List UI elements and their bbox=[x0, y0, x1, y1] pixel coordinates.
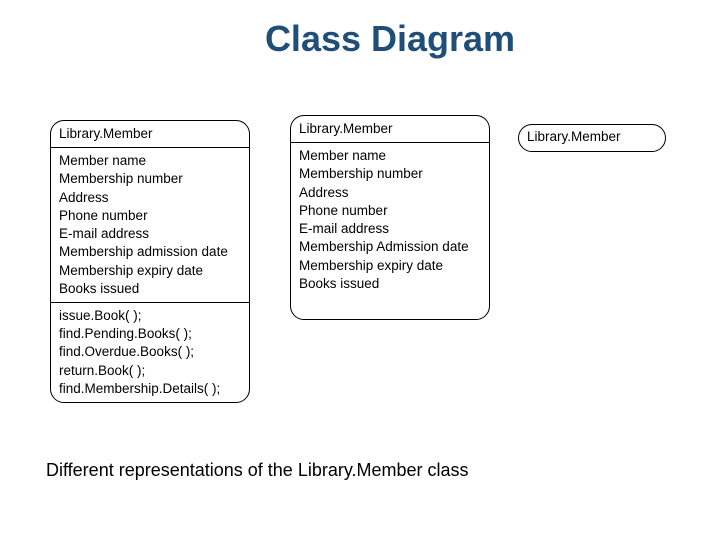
uml-class-name-only: Library.Member bbox=[518, 124, 666, 152]
class-name: Library.Member bbox=[299, 121, 393, 136]
attribute: Membership expiry date bbox=[299, 257, 481, 275]
diagram-canvas: Library.Member Member name Membership nu… bbox=[0, 60, 720, 520]
class-name: Library.Member bbox=[59, 126, 153, 141]
attribute: Member name bbox=[299, 147, 481, 165]
attribute: Books issued bbox=[299, 275, 481, 293]
page-title: Class Diagram bbox=[0, 0, 720, 60]
attribute: Membership number bbox=[59, 170, 241, 188]
attribute: Membership admission date bbox=[59, 243, 241, 261]
attribute: Membership Admission date bbox=[299, 238, 481, 256]
operation: find.Overdue.Books( ); bbox=[59, 343, 241, 361]
operations-compartment: issue.Book( ); find.Pending.Books( ); fi… bbox=[51, 302, 249, 402]
attribute: Address bbox=[299, 184, 481, 202]
diagram-caption: Different representations of the Library… bbox=[46, 460, 469, 481]
uml-class-full: Library.Member Member name Membership nu… bbox=[50, 120, 250, 403]
operation: return.Book( ); bbox=[59, 362, 241, 380]
attribute: Membership expiry date bbox=[59, 262, 241, 280]
attributes-compartment: Member name Membership number Address Ph… bbox=[291, 142, 489, 297]
class-name-compartment: Library.Member bbox=[51, 121, 249, 147]
attribute: Address bbox=[59, 189, 241, 207]
operation: issue.Book( ); bbox=[59, 307, 241, 325]
operation: find.Membership.Details( ); bbox=[59, 380, 241, 398]
attribute: Phone number bbox=[59, 207, 241, 225]
class-name: Library.Member bbox=[527, 129, 621, 144]
attribute: Books issued bbox=[59, 280, 241, 298]
operation: find.Pending.Books( ); bbox=[59, 325, 241, 343]
attribute: Phone number bbox=[299, 202, 481, 220]
attribute: Membership number bbox=[299, 165, 481, 183]
attribute: E-mail address bbox=[59, 225, 241, 243]
class-name-compartment: Library.Member bbox=[519, 125, 665, 149]
uml-class-attributes-only: Library.Member Member name Membership nu… bbox=[290, 115, 490, 320]
attribute: E-mail address bbox=[299, 220, 481, 238]
attributes-compartment: Member name Membership number Address Ph… bbox=[51, 147, 249, 302]
attribute: Member name bbox=[59, 152, 241, 170]
class-name-compartment: Library.Member bbox=[291, 116, 489, 142]
